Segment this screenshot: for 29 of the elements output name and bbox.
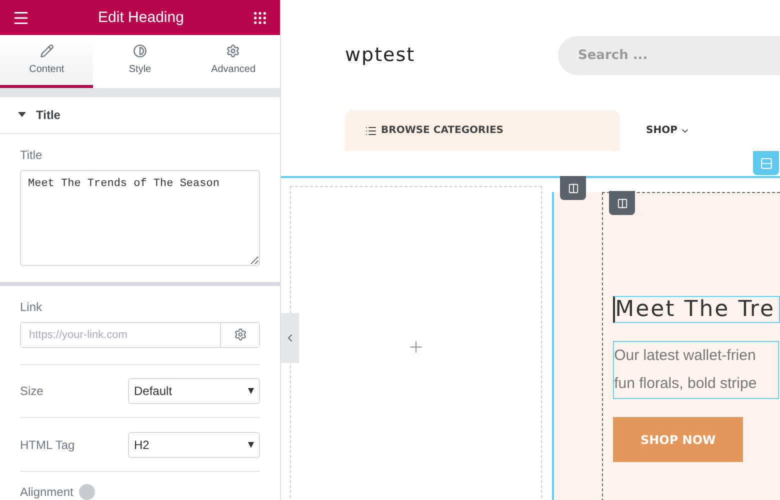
browse-categories-button[interactable]: BROWSE CATEGORIES bbox=[345, 110, 620, 151]
contrast-icon bbox=[132, 44, 147, 58]
rows-icon bbox=[760, 156, 772, 170]
grid-icon[interactable] bbox=[252, 10, 268, 26]
field-label: Alignment bbox=[20, 485, 74, 499]
site-logo[interactable]: wptest bbox=[345, 44, 558, 66]
search-field[interactable]: Search ... bbox=[558, 36, 780, 74]
gear-icon bbox=[226, 44, 240, 58]
nav-item[interactable]: SHOP bbox=[640, 124, 696, 137]
title-textarea[interactable]: Meet The Trends of The Season bbox=[20, 170, 260, 266]
columns-icon bbox=[616, 198, 628, 208]
settings-button[interactable] bbox=[220, 322, 259, 347]
caret-icon bbox=[18, 112, 26, 118]
field-label: HTML Tag bbox=[20, 438, 75, 452]
columns-icon bbox=[568, 182, 578, 194]
select-dropdown[interactable]: H2 bbox=[128, 432, 260, 458]
column-handle[interactable] bbox=[560, 176, 586, 200]
field-label: Link bbox=[20, 300, 44, 314]
hero-heading: Meet The Tre bbox=[613, 296, 780, 323]
section-handle[interactable] bbox=[753, 151, 779, 175]
field-label: Title bbox=[20, 148, 44, 162]
link-field[interactable]: https://your-link.com bbox=[20, 322, 260, 348]
hero-text: Our latest wallet-frien fun florals, bold stripe bbox=[613, 341, 780, 399]
select-dropdown[interactable]: Default bbox=[128, 378, 260, 404]
panel-title: Edit Heading bbox=[98, 9, 184, 26]
gear-icon bbox=[234, 328, 246, 342]
field-label: Size bbox=[20, 384, 44, 398]
pencil-icon bbox=[40, 44, 54, 58]
column-handle[interactable] bbox=[609, 191, 635, 215]
